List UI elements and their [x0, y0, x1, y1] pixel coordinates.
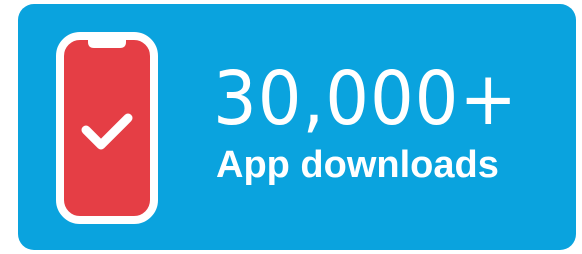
stat-label: App downloads: [216, 144, 499, 186]
stat-card: 30,000+ App downloads: [18, 4, 576, 250]
phone-checkmark-icon: [56, 32, 158, 224]
stat-value: 30,000+: [213, 56, 518, 142]
metric: 30,000+ App downloads: [213, 62, 541, 184]
